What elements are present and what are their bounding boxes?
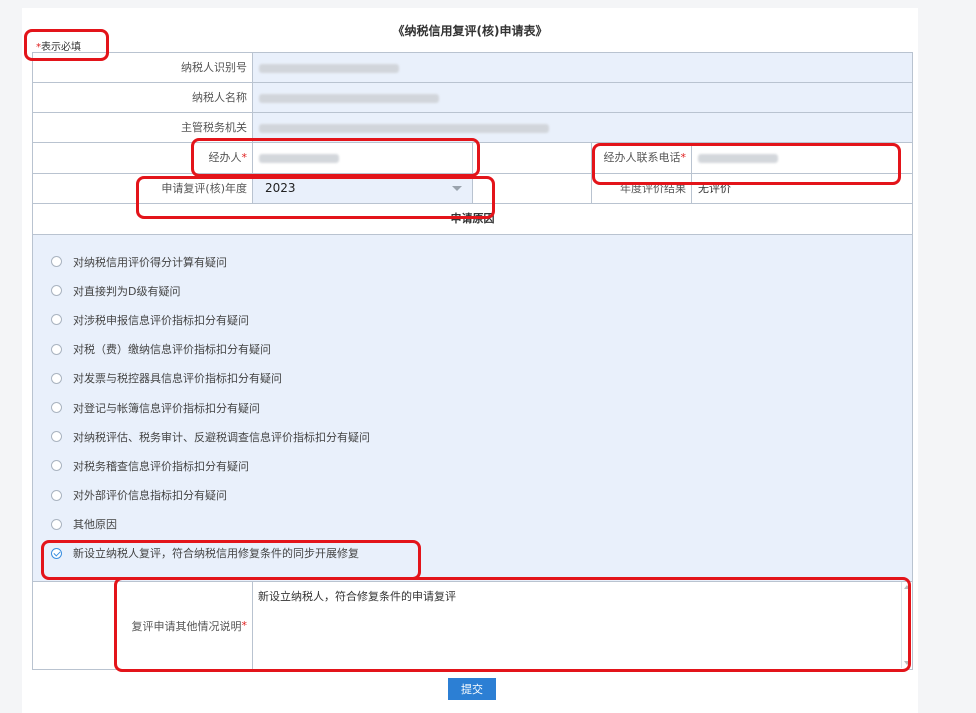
note-label: 复评申请其他情况说明 * <box>33 582 253 669</box>
reason-option[interactable]: 对发票与税控器具信息评价指标扣分有疑问 <box>33 364 912 393</box>
taxpayer-id-value <box>253 53 912 82</box>
review-year-label: 申请复评(核)年度 <box>33 174 253 203</box>
note-textarea[interactable]: 新设立纳税人，符合修复条件的申请复评 <box>253 582 912 669</box>
annual-result-value: 无评价 <box>692 174 912 203</box>
agent-input[interactable] <box>253 143 473 173</box>
annual-result-label: 年度评价结果 <box>592 174 692 203</box>
application-panel: 《纳税信用复评(核)申请表》 *表示必填 纳税人识别号 纳税人名称 主管税务机关… <box>22 8 918 713</box>
radio-button[interactable] <box>51 285 62 297</box>
reason-option[interactable]: 对涉税申报信息评价指标扣分有疑问 <box>33 305 912 334</box>
note-text: 新设立纳税人，符合修复条件的申请复评 <box>258 590 456 603</box>
agent-phone-label: 经办人联系电话* <box>592 143 692 173</box>
checked-radio-button[interactable] <box>51 547 62 559</box>
redacted-text <box>698 153 778 163</box>
radio-button[interactable] <box>51 431 62 443</box>
agent-label: 经办人* <box>33 143 253 173</box>
reason-option[interactable]: 对直接判为D级有疑问 <box>33 276 912 305</box>
redacted-text <box>259 63 399 73</box>
note-row: 复评申请其他情况说明 * 新设立纳税人，符合修复条件的申请复评 <box>33 582 912 670</box>
radio-button[interactable] <box>51 489 62 501</box>
reasons-list: 对纳税信用评价得分计算有疑问 对直接判为D级有疑问 对涉税申报信息评价指标扣分有… <box>33 235 912 582</box>
reason-option[interactable]: 对税（费）缴纳信息评价指标扣分有疑问 <box>33 335 912 364</box>
radio-button[interactable] <box>51 402 62 414</box>
redacted-text <box>259 153 339 163</box>
reason-option[interactable]: 对纳税评估、税务审计、反避税调查信息评价指标扣分有疑问 <box>33 422 912 451</box>
radio-button[interactable] <box>51 343 62 355</box>
reason-option-selected[interactable]: 新设立纳税人复评，符合纳税信用修复条件的同步开展修复 <box>33 539 912 568</box>
scroll-up-icon <box>904 585 910 589</box>
reason-option[interactable]: 其他原因 <box>33 510 912 539</box>
required-note: *表示必填 <box>36 38 81 53</box>
radio-button[interactable] <box>51 256 62 268</box>
radio-button[interactable] <box>51 314 62 326</box>
scroll-down-icon <box>904 661 910 665</box>
tax-authority-label: 主管税务机关 <box>33 113 253 142</box>
radio-button[interactable] <box>51 460 62 472</box>
review-year-row: 申请复评(核)年度 2023 年度评价结果 无评价 <box>33 174 912 204</box>
redacted-text <box>259 93 439 103</box>
submit-button[interactable]: 提交 <box>448 678 496 700</box>
tax-authority-row: 主管税务机关 <box>33 113 912 143</box>
taxpayer-id-row: 纳税人识别号 <box>33 53 912 83</box>
agent-phone-input[interactable] <box>692 143 912 173</box>
reason-option[interactable]: 对纳税信用评价得分计算有疑问 <box>33 247 912 276</box>
application-form: 纳税人识别号 纳税人名称 主管税务机关 经办人* 经办人联系电话* 申请复评(核… <box>32 52 913 670</box>
reason-option[interactable]: 对外部评价信息指标扣分有疑问 <box>33 481 912 510</box>
reason-option[interactable]: 对登记与帐簿信息评价指标扣分有疑问 <box>33 393 912 422</box>
taxpayer-name-value <box>253 83 912 112</box>
agent-row: 经办人* 经办人联系电话* <box>33 143 912 174</box>
taxpayer-name-row: 纳税人名称 <box>33 83 912 113</box>
tax-authority-value <box>253 113 912 142</box>
textarea-scrollbar[interactable] <box>901 582 912 668</box>
reason-option[interactable]: 对税务稽查信息评价指标扣分有疑问 <box>33 451 912 480</box>
taxpayer-id-label: 纳税人识别号 <box>33 53 253 82</box>
form-title: 《纳税信用复评(核)申请表》 <box>392 24 548 38</box>
radio-button[interactable] <box>51 518 62 530</box>
review-year-select[interactable]: 2023 <box>253 174 473 203</box>
radio-button[interactable] <box>51 372 62 384</box>
taxpayer-name-label: 纳税人名称 <box>33 83 253 112</box>
redacted-text <box>259 123 549 133</box>
chevron-down-icon <box>452 186 462 191</box>
reasons-header: 申请原因 <box>33 204 912 235</box>
